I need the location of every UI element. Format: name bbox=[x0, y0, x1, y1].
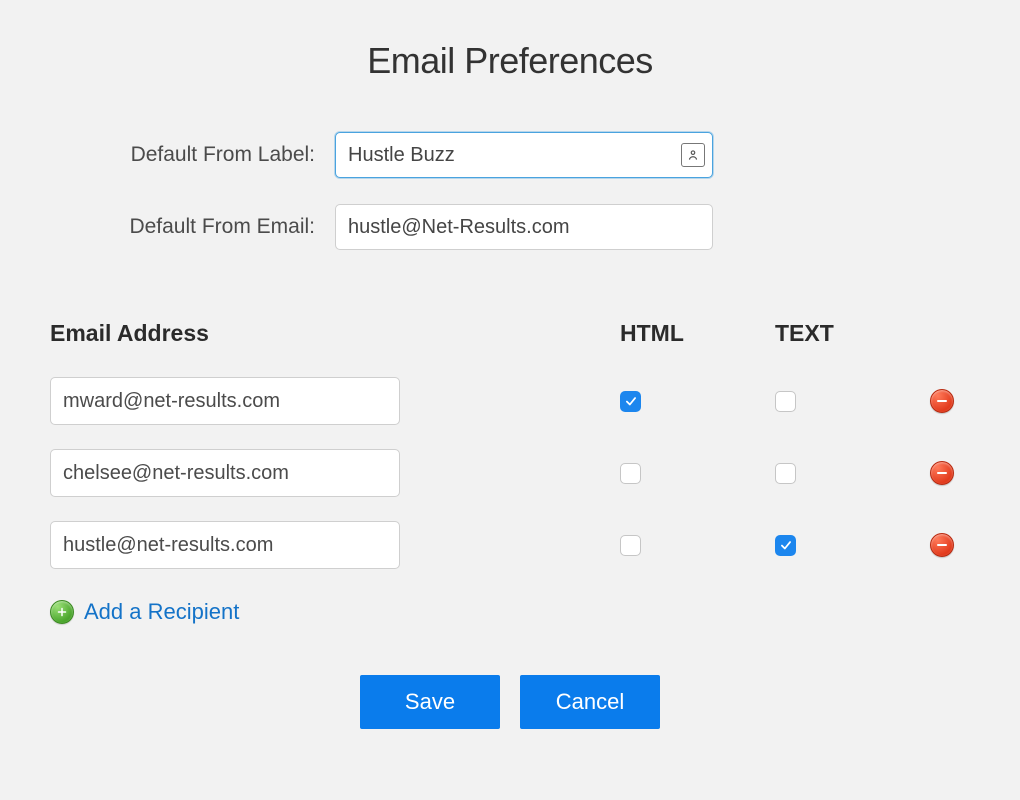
remove-recipient-button[interactable] bbox=[930, 461, 954, 485]
default-from-label-input[interactable] bbox=[335, 132, 713, 178]
page-title: Email Preferences bbox=[50, 40, 970, 82]
minus-icon bbox=[937, 544, 947, 546]
defaults-section: Default From Label: Default From Email: bbox=[50, 132, 970, 250]
default-from-email-label: Default From Email: bbox=[50, 215, 335, 239]
recipient-email-input[interactable] bbox=[50, 377, 400, 425]
text-checkbox[interactable] bbox=[775, 391, 796, 412]
column-header-text: TEXT bbox=[775, 320, 930, 347]
column-header-html: HTML bbox=[620, 320, 775, 347]
html-checkbox[interactable] bbox=[620, 463, 641, 484]
default-from-email-row: Default From Email: bbox=[50, 204, 970, 250]
add-recipient-label: Add a Recipient bbox=[84, 599, 239, 625]
cancel-button[interactable]: Cancel bbox=[520, 675, 660, 729]
remove-recipient-button[interactable] bbox=[930, 389, 954, 413]
minus-icon bbox=[937, 400, 947, 402]
recipient-email-input[interactable] bbox=[50, 449, 400, 497]
recipients-header: Email Address HTML TEXT bbox=[50, 320, 970, 347]
column-header-email: Email Address bbox=[50, 320, 620, 347]
plus-circle-icon bbox=[50, 600, 74, 624]
recipient-row bbox=[50, 521, 970, 569]
recipient-row bbox=[50, 377, 970, 425]
default-from-label-row: Default From Label: bbox=[50, 132, 970, 178]
minus-icon bbox=[937, 472, 947, 474]
default-from-label-label: Default From Label: bbox=[50, 143, 335, 167]
action-bar: Save Cancel bbox=[50, 675, 970, 729]
save-button[interactable]: Save bbox=[360, 675, 500, 729]
recipient-email-input[interactable] bbox=[50, 521, 400, 569]
remove-recipient-button[interactable] bbox=[930, 533, 954, 557]
recipients-section: Email Address HTML TEXT Add a Recipient bbox=[50, 320, 970, 625]
recipient-row bbox=[50, 449, 970, 497]
add-recipient-link[interactable]: Add a Recipient bbox=[50, 599, 970, 625]
html-checkbox[interactable] bbox=[620, 391, 641, 412]
text-checkbox[interactable] bbox=[775, 463, 796, 484]
text-checkbox[interactable] bbox=[775, 535, 796, 556]
html-checkbox[interactable] bbox=[620, 535, 641, 556]
contact-card-icon[interactable] bbox=[681, 143, 705, 167]
default-from-email-input[interactable] bbox=[335, 204, 713, 250]
